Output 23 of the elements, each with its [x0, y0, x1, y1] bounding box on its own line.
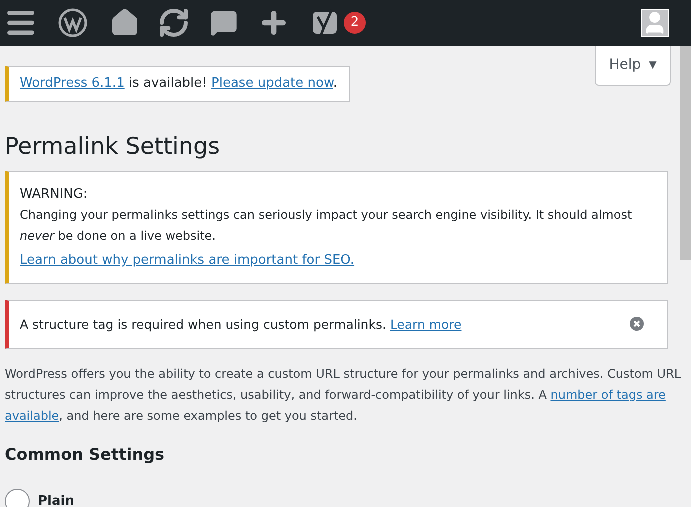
scrollbar[interactable] — [680, 46, 691, 260]
tags-link[interactable]: available — [5, 409, 60, 423]
update-link[interactable]: Please update now — [212, 76, 334, 91]
version-link[interactable]: WordPress 6.1.1 — [20, 76, 125, 91]
comment-icon[interactable] — [210, 9, 238, 37]
error-text: A structure tag is required when using custom permalinks. Learn more — [20, 316, 463, 334]
wordpress-logo-icon[interactable] — [58, 8, 88, 38]
warning-heading: WARNING: — [20, 186, 89, 204]
option-label[interactable]: Plain — [38, 492, 74, 507]
dismiss-icon[interactable] — [630, 317, 644, 331]
refresh-icon[interactable] — [158, 7, 190, 39]
learn-more-link[interactable]: Learn more — [390, 317, 462, 332]
help-tab[interactable]: Help ▼ — [595, 46, 671, 86]
tags-link[interactable]: number of tags are — [550, 388, 666, 402]
notification-badge: 2 — [344, 12, 366, 34]
seo-link[interactable]: Learn about why permalinks are important for SEO. — [20, 253, 355, 268]
update-notice: WordPress 6.1.1 is available! Please update now. — [5, 66, 350, 102]
intro-paragraph: WordPress offers you the ability to create a custom URL structure for your permalinks and archives. Custom URL structures can improve the aesthetics, usability, and forward-compatibility of your links. A number of tags are available, and here are some examples to get you started. — [5, 366, 682, 425]
home-icon[interactable] — [110, 8, 140, 38]
section-title: Common Settings — [5, 444, 166, 466]
warning-text: Changing your permalinks settings can seriously impact your search engine visibility. It should almost never be done on a live website. — [20, 207, 634, 245]
page-title: Permalink Settings — [5, 133, 222, 162]
radio-button[interactable] — [5, 489, 30, 507]
